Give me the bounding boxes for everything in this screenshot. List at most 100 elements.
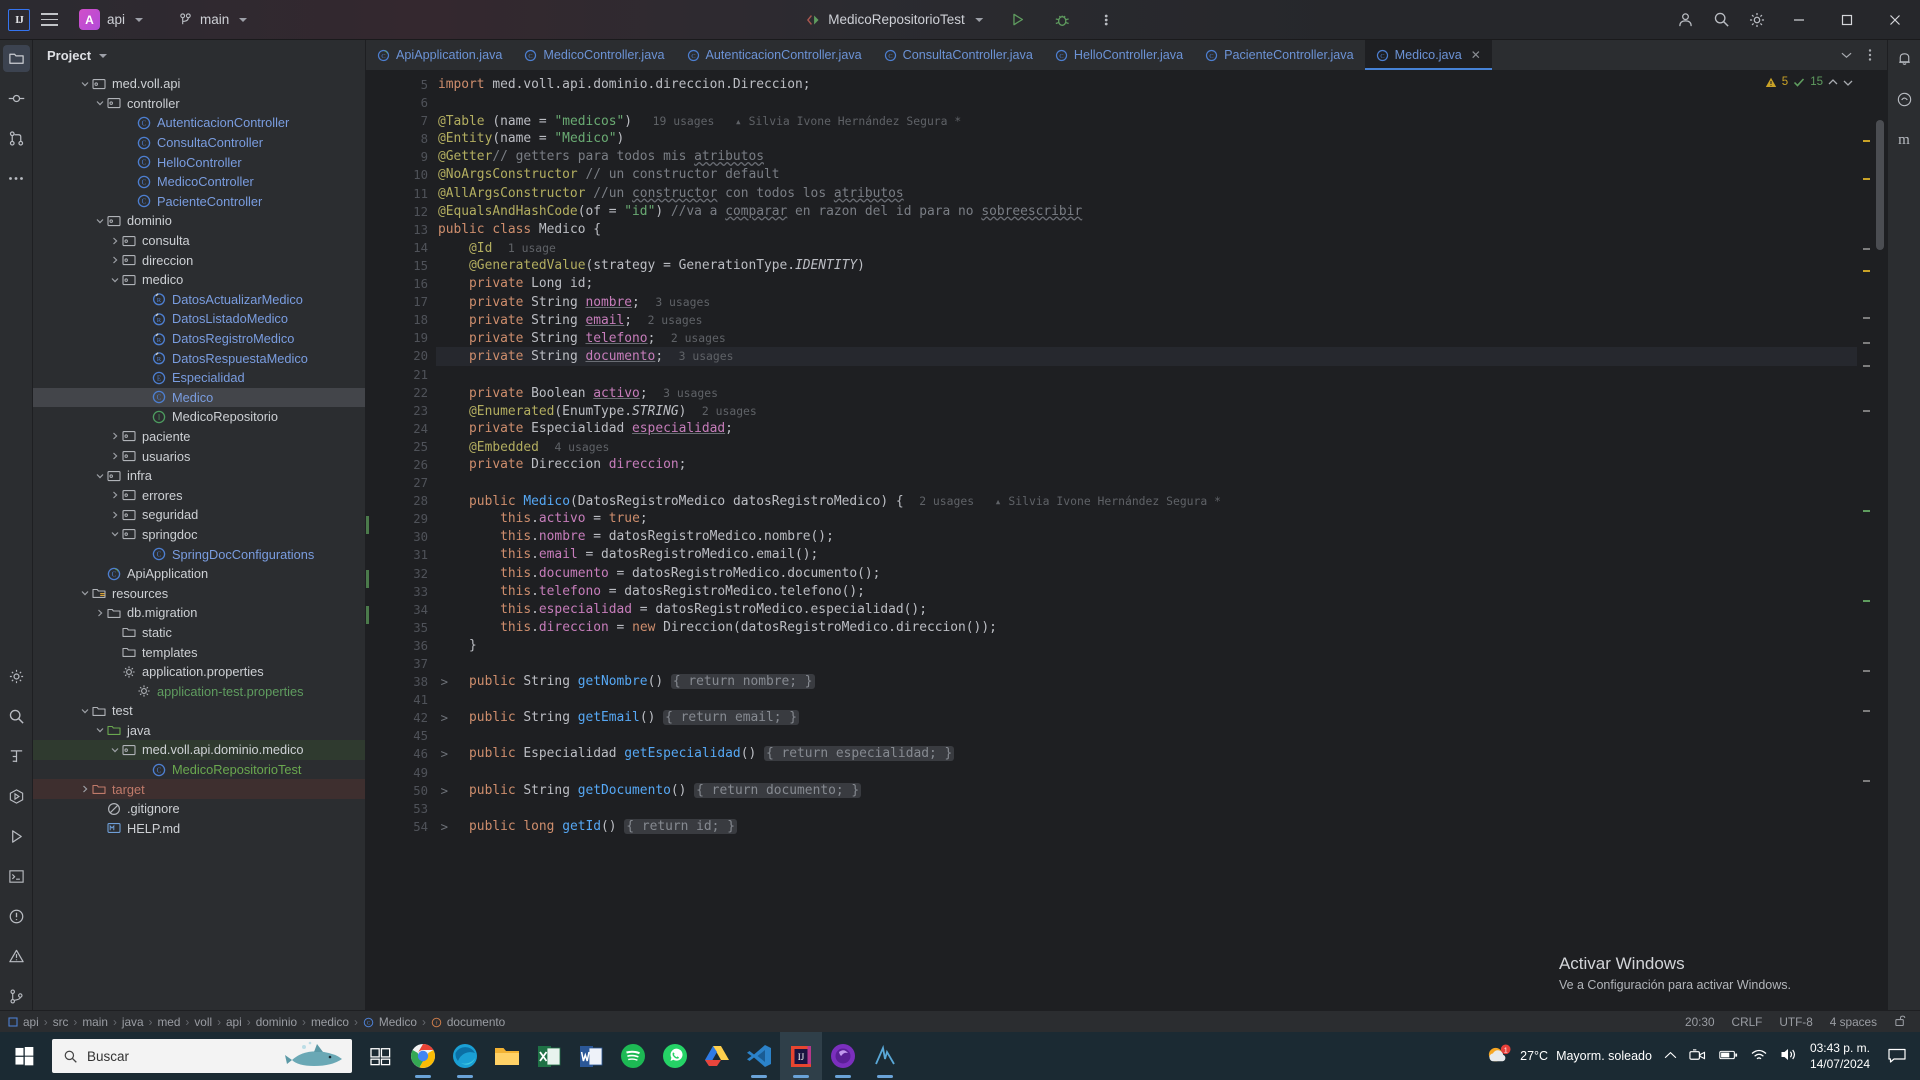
line-number[interactable]: 17 bbox=[366, 293, 436, 311]
tray-battery-button[interactable] bbox=[1718, 1049, 1738, 1064]
line-number[interactable]: 42 > bbox=[366, 709, 448, 727]
code-line[interactable]: private Boolean activo; 3 usages bbox=[436, 384, 1857, 402]
tree-item-datosrespuestamedico[interactable]: R DatosRespuestaMedico bbox=[33, 348, 365, 368]
code-line[interactable]: public class Medico { bbox=[436, 221, 1857, 239]
code-content[interactable]: import med.voll.api.dominio.direccion.Di… bbox=[436, 70, 1857, 1010]
line-number[interactable]: 20 bbox=[366, 347, 436, 365]
chevron-down-icon[interactable] bbox=[93, 469, 106, 482]
tree-item-med-voll-api-dominio-medico[interactable]: med.voll.api.dominio.medico bbox=[33, 740, 365, 760]
unlocked-icon[interactable] bbox=[1894, 1014, 1907, 1030]
tool-window-more[interactable] bbox=[3, 165, 30, 192]
code-line[interactable]: private String documento; 3 usages bbox=[436, 347, 1857, 366]
code-line[interactable] bbox=[436, 366, 1857, 384]
taskbar-chrome[interactable] bbox=[402, 1032, 444, 1080]
code-line[interactable]: public String getNombre() { return nombr… bbox=[436, 673, 1857, 691]
tree-item-datoslistadomedico[interactable]: R DatosListadoMedico bbox=[33, 309, 365, 329]
tree-item-usuarios[interactable]: usuarios bbox=[33, 446, 365, 466]
tree-item-test[interactable]: test bbox=[33, 701, 365, 721]
tool-window-commit[interactable] bbox=[3, 85, 30, 112]
tree-item-controller[interactable]: controller bbox=[33, 94, 365, 114]
tool-window-problems[interactable] bbox=[3, 903, 30, 930]
code-line[interactable] bbox=[436, 655, 1857, 673]
taskbar-app-icons[interactable]: IJ bbox=[360, 1032, 906, 1080]
line-number[interactable]: 8 bbox=[366, 130, 436, 148]
run-config-selector[interactable]: MedicoRepositorioTest bbox=[797, 9, 991, 30]
tool-window-structure[interactable] bbox=[3, 743, 30, 770]
code-line[interactable]: private Direccion direccion; bbox=[436, 456, 1857, 474]
chevron-down-icon[interactable] bbox=[78, 77, 91, 90]
line-number[interactable]: 19 bbox=[366, 329, 436, 347]
taskbar-task-view[interactable] bbox=[360, 1032, 402, 1080]
tree-item-medicocontroller[interactable]: C MedicoController bbox=[33, 172, 365, 192]
taskbar-firefox[interactable] bbox=[822, 1032, 864, 1080]
tree-item-hellocontroller[interactable]: C HelloController bbox=[33, 152, 365, 172]
code-line[interactable]: public Medico(DatosRegistroMedico datosR… bbox=[436, 492, 1857, 510]
search-everywhere-button[interactable] bbox=[1704, 3, 1738, 37]
breadcrumb-item[interactable]: api bbox=[226, 1015, 242, 1029]
line-number[interactable]: 49 bbox=[366, 764, 436, 782]
breadcrumb-item[interactable]: Medico bbox=[379, 1015, 417, 1029]
line-number[interactable]: 46 > bbox=[366, 745, 448, 763]
code-line[interactable]: @Getter// getters para todos mis atribut… bbox=[436, 148, 1857, 166]
tree-item-medico[interactable]: medico bbox=[33, 270, 365, 290]
tree-item-apiapplication[interactable]: C ApiApplication bbox=[33, 564, 365, 584]
chevron-right-icon[interactable] bbox=[108, 430, 121, 443]
code-line[interactable]: @Enumerated(EnumType.STRING) 2 usages bbox=[436, 402, 1857, 420]
code-line[interactable] bbox=[436, 764, 1857, 782]
tree-item-datosactualizarmedico[interactable]: R DatosActualizarMedico bbox=[33, 290, 365, 310]
line-number[interactable]: 41 bbox=[366, 691, 436, 709]
code-line[interactable]: @GeneratedValue(strategy = GenerationTyp… bbox=[436, 257, 1857, 275]
code-line[interactable]: @AllArgsConstructor //un constructor con… bbox=[436, 185, 1857, 203]
editor-scrollbar[interactable] bbox=[1873, 70, 1887, 1010]
chevron-down-icon[interactable] bbox=[108, 743, 121, 756]
tree-item-templates[interactable]: templates bbox=[33, 642, 365, 662]
code-line[interactable]: private Especialidad especialidad; bbox=[436, 420, 1857, 438]
code-line[interactable]: } bbox=[436, 637, 1857, 655]
code-line[interactable]: @Id 1 usage bbox=[436, 239, 1857, 257]
tree-item-errores[interactable]: errores bbox=[33, 485, 365, 505]
tool-window-version-control[interactable] bbox=[3, 983, 30, 1010]
inspection-widget[interactable]: 5 15 bbox=[1765, 76, 1853, 88]
line-number[interactable]: 22 bbox=[366, 384, 436, 402]
settings-button[interactable] bbox=[1740, 3, 1774, 37]
tree-item-java[interactable]: java bbox=[33, 721, 365, 741]
tool-window-services[interactable] bbox=[3, 783, 30, 810]
start-button[interactable] bbox=[0, 1032, 48, 1080]
chevron-down-icon[interactable] bbox=[93, 724, 106, 737]
breadcrumb-item[interactable]: api bbox=[23, 1015, 39, 1029]
code-line[interactable]: this.telefono = datosRegistroMedico.tele… bbox=[436, 583, 1857, 601]
breadcrumb-item[interactable]: src bbox=[53, 1015, 69, 1029]
line-number[interactable]: 34 bbox=[366, 601, 436, 619]
chevron-right-icon[interactable] bbox=[108, 450, 121, 463]
tree-item-medicorepositorio[interactable]: I MedicoRepositorio bbox=[33, 407, 365, 427]
tool-window-find[interactable] bbox=[3, 703, 30, 730]
chevron-down-icon[interactable] bbox=[93, 214, 106, 227]
editor-tab-medicocontroller-java[interactable]: C MedicoController.java bbox=[513, 40, 675, 70]
breadcrumb-item[interactable]: main bbox=[82, 1015, 108, 1029]
notifications-button[interactable] bbox=[1891, 45, 1918, 72]
code-line[interactable]: @NoArgsConstructor // un constructor def… bbox=[436, 166, 1857, 184]
code-line[interactable]: import med.voll.api.dominio.direccion.Di… bbox=[436, 76, 1857, 94]
line-number[interactable]: 23 bbox=[366, 402, 436, 420]
line-number[interactable]: 38 > bbox=[366, 673, 448, 691]
editor-tab-consultacontroller-java[interactable]: C ConsultaController.java bbox=[873, 40, 1044, 70]
chevron-right-icon[interactable] bbox=[108, 508, 121, 521]
minimize-button[interactable] bbox=[1776, 0, 1822, 40]
tool-window-pull-requests[interactable] bbox=[3, 125, 30, 152]
close-button[interactable] bbox=[1872, 0, 1918, 40]
breadcrumb-item[interactable]: med bbox=[157, 1015, 180, 1029]
code-line[interactable] bbox=[436, 691, 1857, 709]
code-line[interactable]: this.activo = true; bbox=[436, 510, 1857, 528]
tool-window-terminal[interactable] bbox=[3, 863, 30, 890]
code-line[interactable]: public String getDocumento() { return do… bbox=[436, 782, 1857, 800]
more-actions-button[interactable] bbox=[1089, 3, 1123, 37]
line-number[interactable]: 30 bbox=[366, 528, 436, 546]
breadcrumb-item[interactable]: documento bbox=[447, 1015, 505, 1029]
line-number[interactable]: 36 bbox=[366, 637, 436, 655]
code-line[interactable]: public long getId() { return id; } bbox=[436, 818, 1857, 836]
tree-item-dominio[interactable]: dominio bbox=[33, 211, 365, 231]
tree-item-application-properties[interactable]: application.properties bbox=[33, 662, 365, 682]
breadcrumb-item[interactable]: voll bbox=[194, 1015, 212, 1029]
chevron-down-icon[interactable] bbox=[108, 528, 121, 541]
breadcrumb-item[interactable]: dominio bbox=[256, 1015, 297, 1029]
